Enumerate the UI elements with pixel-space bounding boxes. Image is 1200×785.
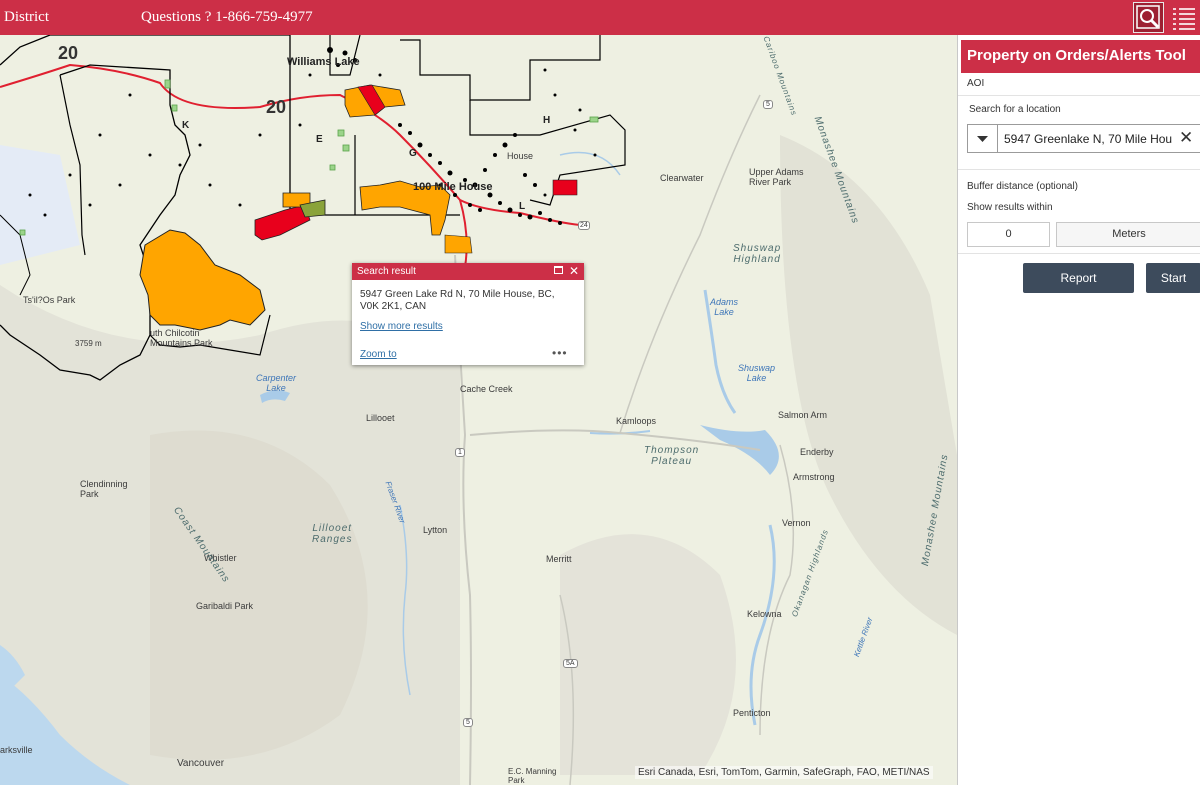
lake-adams: Adams Lake <box>710 297 739 317</box>
park-clendinning: Clendinning Park <box>80 479 128 499</box>
zone-h-label: H <box>543 115 551 126</box>
buffer-unit-select[interactable]: Meters <box>1056 222 1200 247</box>
questions-phone: Questions ? 1-866-759-4977 <box>141 9 313 25</box>
town-parksville: arksville <box>0 745 33 755</box>
popup-title: Search result <box>357 266 416 277</box>
town-penticton: Penticton <box>733 708 771 718</box>
map-attribution: Esri Canada, Esri, TomTom, Garmin, SafeG… <box>635 766 933 779</box>
search-result-popup: Search result ✕ 5947 Green Lake Rd N, 70… <box>352 263 584 365</box>
location-search-input[interactable]: 5947 Greenlake N, 70 Mile Hou <box>1004 132 1174 146</box>
park-south-chilcotin: uth Chilcotin Mountains Park <box>150 328 213 348</box>
aoi-label: AOI <box>967 78 985 89</box>
town-williams-lake: Williams Lake <box>287 56 360 68</box>
park-manning: E.C. Manning Park <box>508 767 557 785</box>
buffer-distance-label: Buffer distance (optional) <box>967 181 1078 192</box>
region-thompson-plateau: Thompson Plateau <box>644 445 700 467</box>
divider <box>958 95 1200 96</box>
highway-20-shield-west: 20 <box>58 43 79 63</box>
zone-g-label: G <box>409 148 417 159</box>
maximize-icon[interactable] <box>554 266 563 274</box>
panel-header: Property on Orders/Alerts Tool <box>961 40 1200 73</box>
park-tsilhqotin: Ts'il?Os Park <box>23 295 76 305</box>
map-search-tool-button[interactable] <box>1133 2 1164 33</box>
town-lillooet: Lillooet <box>366 413 395 423</box>
zone-k-label: K <box>182 120 190 131</box>
highway-5a-shield: 5A <box>563 659 578 668</box>
lake-shuswap: Shuswap Lake <box>738 363 776 383</box>
report-button[interactable]: Report <box>1023 263 1134 293</box>
town-clearwater: Clearwater <box>660 173 704 183</box>
zone-l-label: L <box>519 201 526 212</box>
more-actions-icon[interactable]: ••• <box>552 346 568 360</box>
town-kamloops: Kamloops <box>616 416 657 426</box>
town-merritt: Merritt <box>546 554 572 564</box>
town-kelowna: Kelowna <box>747 609 782 619</box>
start-button[interactable]: Start <box>1146 263 1200 293</box>
search-location-label: Search for a location <box>969 104 1061 115</box>
town-lytton: Lytton <box>423 525 448 535</box>
highway-24-shield: 24 <box>578 221 590 230</box>
layer-list-icon <box>1173 8 1195 30</box>
town-vancouver: Vancouver <box>177 758 225 769</box>
town-100-mile-house: 100 Mile House <box>413 181 493 193</box>
popup-address: 5947 Green Lake Rd N, 70 Mile House, BC,… <box>360 289 555 312</box>
region-shuswap-highland: Shuswap Highland <box>733 243 782 265</box>
map-search-icon <box>1136 5 1160 29</box>
search-source-dropdown[interactable] <box>968 125 998 152</box>
buffer-distance-input[interactable]: 0 <box>967 222 1050 247</box>
park-upper-adams: Upper Adams River Park <box>749 167 804 187</box>
close-icon[interactable]: ✕ <box>569 264 579 278</box>
town-vernon: Vernon <box>782 518 811 528</box>
town-armstrong: Armstrong <box>793 472 835 482</box>
caret-down-icon <box>977 136 988 142</box>
show-more-results-link[interactable]: Show more results <box>360 321 443 332</box>
divider <box>958 169 1200 170</box>
lake-carpenter: Carpenter Lake <box>256 373 297 393</box>
property-tool-panel: Property on Orders/Alerts Tool AOI Searc… <box>957 35 1200 785</box>
popup-header: Search result ✕ <box>352 263 584 280</box>
zoom-to-link[interactable]: Zoom to <box>360 349 397 360</box>
show-results-within-label: Show results within <box>967 202 1053 213</box>
town-salmon-arm: Salmon Arm <box>778 410 828 420</box>
zone-e-label: E <box>316 134 323 145</box>
town-cache-creek: Cache Creek <box>460 384 513 394</box>
map-view[interactable]: Williams Lake 100 Mile House House Clear… <box>0 35 957 785</box>
park-garibaldi: Garibaldi Park <box>196 601 254 611</box>
location-search-box[interactable]: 5947 Greenlake N, 70 Mile Hou ✕ <box>967 124 1200 153</box>
elevation-label: 3759 m <box>75 339 102 348</box>
district-label: District <box>4 9 49 25</box>
region-lillooet-ranges: Lillooet Ranges <box>312 523 353 545</box>
town-house: House <box>507 151 534 161</box>
divider <box>958 253 1200 254</box>
panel-title: Property on Orders/Alerts Tool <box>967 47 1186 64</box>
header-bar: District Questions ? 1-866-759-4977 <box>0 0 1200 35</box>
highway-1-shield: 1 <box>455 448 465 457</box>
highway-20-shield-east: 20 <box>266 97 287 117</box>
highway-5-shield-south: 5 <box>463 718 473 727</box>
layer-list-button[interactable] <box>1170 3 1198 32</box>
town-enderby: Enderby <box>800 447 834 457</box>
highway-5-shield-north: 5 <box>763 100 773 109</box>
clear-search-icon[interactable]: ✕ <box>1179 128 1193 148</box>
